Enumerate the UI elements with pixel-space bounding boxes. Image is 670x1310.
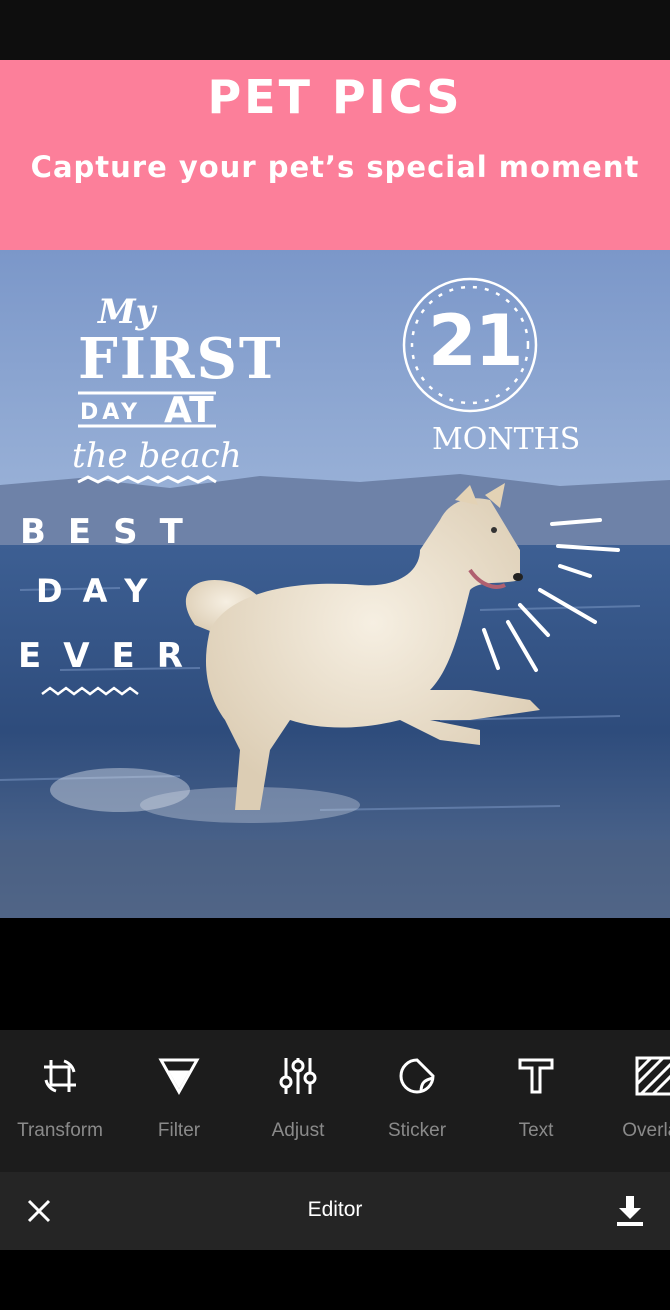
sticker-first-day-first[interactable]: FIRST [78, 326, 283, 392]
tool-adjust[interactable]: Adjust [238, 1030, 358, 1172]
sticker-first-day-beach[interactable]: the beach [72, 436, 242, 476]
overlay-icon [595, 1054, 670, 1100]
crop-rotate-icon [0, 1054, 120, 1100]
tool-overlay[interactable]: Overlay [595, 1030, 670, 1172]
canvas-padding [0, 918, 670, 1030]
sticker-best-day-line1[interactable]: BEST [20, 512, 205, 552]
close-icon [27, 1199, 51, 1223]
banner-subtitle: Capture your pet’s special moment [30, 150, 640, 184]
close-button[interactable] [14, 1186, 64, 1236]
sliders-icon [238, 1054, 358, 1100]
nav-bar-area [0, 1250, 670, 1310]
tool-text[interactable]: Text [476, 1030, 596, 1172]
tool-adjust-label: Adjust [271, 1120, 325, 1141]
sticker-months-number[interactable]: 21 [428, 300, 523, 382]
editor-bottom-bar: Editor [0, 1172, 670, 1250]
tool-text-label: Text [518, 1120, 554, 1141]
photo-canvas[interactable]: My FIRST DAY AT the beach 21 MONTHS BEST… [0, 250, 670, 918]
sticker-best-day-line3[interactable]: EVER [18, 636, 205, 676]
banner-title: PET PICS [207, 70, 463, 124]
sticker-first-day-at[interactable]: AT [164, 390, 214, 431]
sticker-icon [357, 1054, 477, 1100]
tool-filter-label: Filter [157, 1120, 201, 1141]
editor-title: Editor [307, 1198, 363, 1221]
download-button[interactable] [604, 1184, 656, 1236]
tool-overlay-label: Overlay [622, 1120, 670, 1141]
sticker-first-day-day[interactable]: DAY [80, 400, 141, 425]
sticker-months-label[interactable]: MONTHS [432, 422, 580, 457]
tool-strip: Transform Filter Adjust Sticker Text Ove… [0, 1030, 670, 1172]
tool-transform-label: Transform [17, 1120, 103, 1141]
text-icon [476, 1054, 596, 1100]
tool-transform[interactable]: Transform [0, 1030, 120, 1172]
tool-filter[interactable]: Filter [119, 1030, 239, 1172]
sticker-best-day-line2[interactable]: DAY [36, 572, 167, 610]
tool-sticker[interactable]: Sticker [357, 1030, 477, 1172]
download-icon [617, 1196, 643, 1226]
tool-sticker-label: Sticker [387, 1120, 447, 1141]
filter-triangle-icon [119, 1054, 239, 1100]
status-bar [0, 0, 670, 60]
